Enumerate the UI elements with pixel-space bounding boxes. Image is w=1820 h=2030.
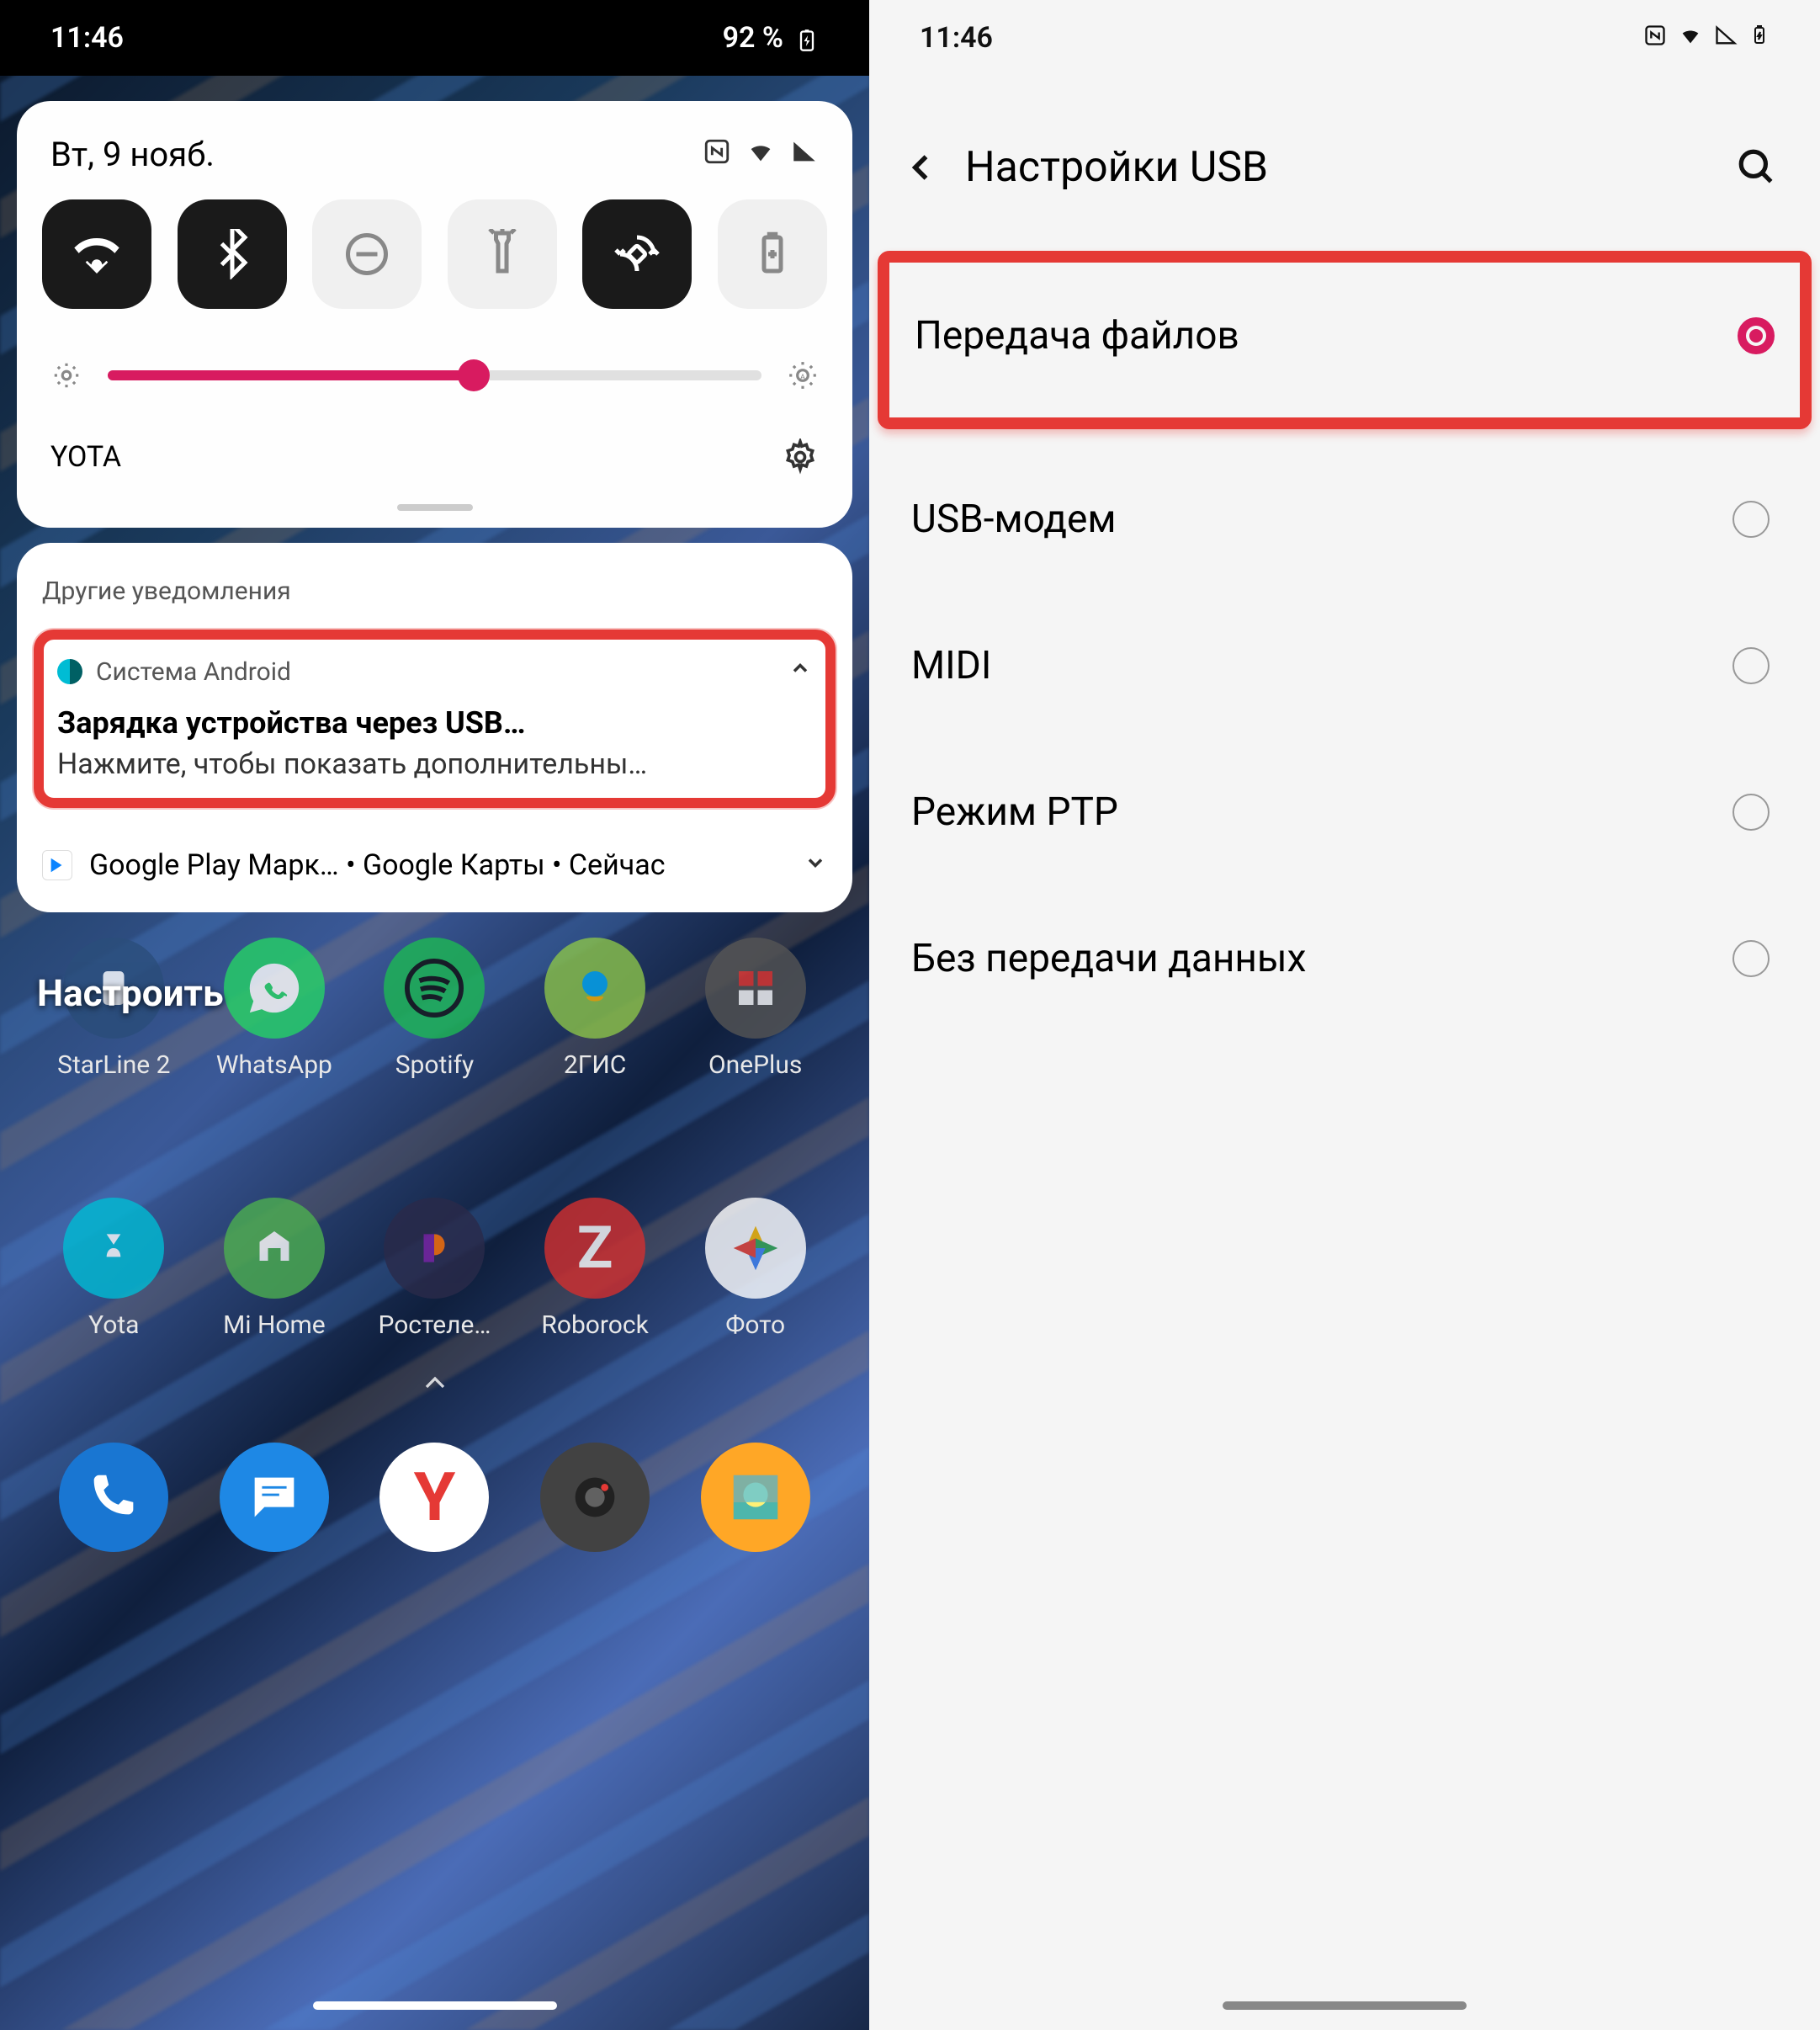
notif-app-name: Система Android bbox=[96, 657, 291, 687]
yandex-app[interactable]: Y bbox=[379, 1443, 489, 1552]
quick-settings-panel: Вт, 9 нояб. bbox=[17, 101, 852, 528]
radio-icon bbox=[1732, 940, 1770, 977]
weather-app[interactable] bbox=[701, 1443, 810, 1552]
option-label: USB-модем bbox=[911, 497, 1117, 542]
app-drawer-handle[interactable] bbox=[418, 1365, 452, 1409]
autorotate-toggle[interactable] bbox=[582, 199, 692, 309]
battery-charging-icon bbox=[795, 26, 819, 50]
chevron-down-icon[interactable] bbox=[804, 848, 827, 882]
brightness-thumb[interactable] bbox=[458, 359, 490, 391]
usb-option-tethering[interactable]: USB-модем bbox=[894, 446, 1795, 593]
app-yota[interactable]: Yota bbox=[42, 1198, 185, 1340]
battery-charging-icon bbox=[1749, 21, 1770, 55]
radio-icon bbox=[1732, 501, 1770, 538]
option-label: Без передачи данных bbox=[911, 936, 1306, 981]
whatsapp-icon bbox=[224, 938, 325, 1039]
highlighted-notification[interactable]: Система Android Зарядка устройства через… bbox=[34, 630, 836, 808]
status-bar-right: 11:46 bbox=[869, 0, 1820, 76]
usb-option-no-data[interactable]: Без передачи данных bbox=[894, 885, 1795, 1032]
status-time-r: 11:46 bbox=[920, 21, 993, 55]
usb-option-midi[interactable]: MIDI bbox=[894, 593, 1795, 739]
android-system-icon bbox=[57, 659, 82, 684]
wifi-icon bbox=[1679, 21, 1702, 55]
spotify-icon bbox=[384, 938, 485, 1039]
usb-option-file-transfer[interactable]: Передача файлов bbox=[878, 251, 1812, 429]
settings-icon[interactable] bbox=[782, 438, 819, 476]
radio-checked-icon bbox=[1738, 317, 1775, 354]
wifi-toggle[interactable] bbox=[42, 199, 151, 309]
option-label: Режим PTP bbox=[911, 789, 1118, 835]
brightness-slider[interactable] bbox=[108, 370, 761, 380]
signal-icon bbox=[1714, 21, 1738, 55]
option-label: Передача файлов bbox=[915, 313, 1239, 359]
dnd-toggle[interactable] bbox=[312, 199, 422, 309]
messages-app[interactable] bbox=[220, 1443, 329, 1552]
status-time: 11:46 bbox=[50, 21, 124, 55]
app-spotify[interactable]: Spotify bbox=[363, 938, 506, 1080]
roborock-icon: Z bbox=[544, 1198, 645, 1299]
dock: Y bbox=[0, 1409, 869, 1569]
oneplus-icon bbox=[705, 938, 806, 1039]
flashlight-toggle[interactable] bbox=[448, 199, 557, 309]
customize-button[interactable]: Настроить bbox=[37, 971, 224, 1015]
status-bar-left: 11:46 92 % bbox=[0, 0, 869, 76]
app-2gis[interactable]: 2ГИС bbox=[523, 938, 666, 1080]
notif-title: Зарядка устройства через USB… bbox=[57, 705, 812, 747]
svg-text:A: A bbox=[800, 373, 806, 382]
wifi-icon bbox=[746, 135, 775, 174]
back-button[interactable] bbox=[903, 149, 940, 186]
photos-icon bbox=[705, 1198, 806, 1299]
home-screen: Настроить StarLine 2 WhatsApp Spotify 2Г… bbox=[0, 921, 869, 1569]
yota-icon bbox=[63, 1198, 164, 1299]
2gis-icon bbox=[544, 938, 645, 1039]
signal-icon bbox=[790, 135, 819, 174]
notifications-panel: Другие уведомления Система Android Заряд… bbox=[17, 543, 852, 912]
notif-summary: Google Play Марк… • Google Карты • Сейча… bbox=[89, 848, 666, 882]
option-label: MIDI bbox=[911, 643, 991, 688]
radio-icon bbox=[1732, 794, 1770, 831]
nfc-icon bbox=[1643, 21, 1667, 55]
app-oneplus[interactable]: OnePlus bbox=[684, 938, 827, 1080]
qs-expand-handle[interactable] bbox=[397, 504, 473, 511]
phone-app[interactable] bbox=[59, 1443, 168, 1552]
usb-option-ptp[interactable]: Режим PTP bbox=[894, 739, 1795, 885]
battery-saver-toggle[interactable] bbox=[718, 199, 827, 309]
google-play-icon bbox=[42, 850, 72, 880]
page-title: Настройки USB bbox=[965, 143, 1268, 192]
app-rostelecom[interactable]: Ростеле… bbox=[363, 1198, 506, 1340]
search-icon[interactable] bbox=[1736, 146, 1778, 189]
notification-row[interactable]: Google Play Марк… • Google Карты • Сейча… bbox=[17, 825, 852, 912]
notif-body: Нажмите, чтобы показать дополнительны… bbox=[57, 747, 812, 781]
app-mihome[interactable]: Mi Home bbox=[203, 1198, 346, 1340]
app-roborock[interactable]: Z Roborock bbox=[523, 1198, 666, 1340]
status-battery-pct: 92 % bbox=[723, 21, 783, 55]
camera-app[interactable] bbox=[540, 1443, 650, 1552]
gesture-nav-handle[interactable] bbox=[1223, 2001, 1467, 2010]
nfc-icon bbox=[703, 135, 731, 174]
radio-icon bbox=[1732, 647, 1770, 684]
gesture-nav-handle[interactable] bbox=[313, 2001, 557, 2010]
app-photos[interactable]: Фото bbox=[684, 1198, 827, 1340]
bluetooth-toggle[interactable] bbox=[178, 199, 287, 309]
brightness-auto-icon: A bbox=[787, 359, 819, 391]
brightness-low-icon bbox=[50, 359, 82, 391]
app-whatsapp[interactable]: WhatsApp bbox=[203, 938, 346, 1080]
mihome-icon bbox=[224, 1198, 325, 1299]
carrier-label: YOTA bbox=[50, 440, 121, 474]
chevron-up-icon[interactable] bbox=[788, 656, 812, 687]
notif-group-header: Другие уведомления bbox=[17, 568, 852, 630]
rostelecom-icon bbox=[384, 1198, 485, 1299]
qs-date: Вт, 9 нояб. bbox=[50, 135, 215, 174]
